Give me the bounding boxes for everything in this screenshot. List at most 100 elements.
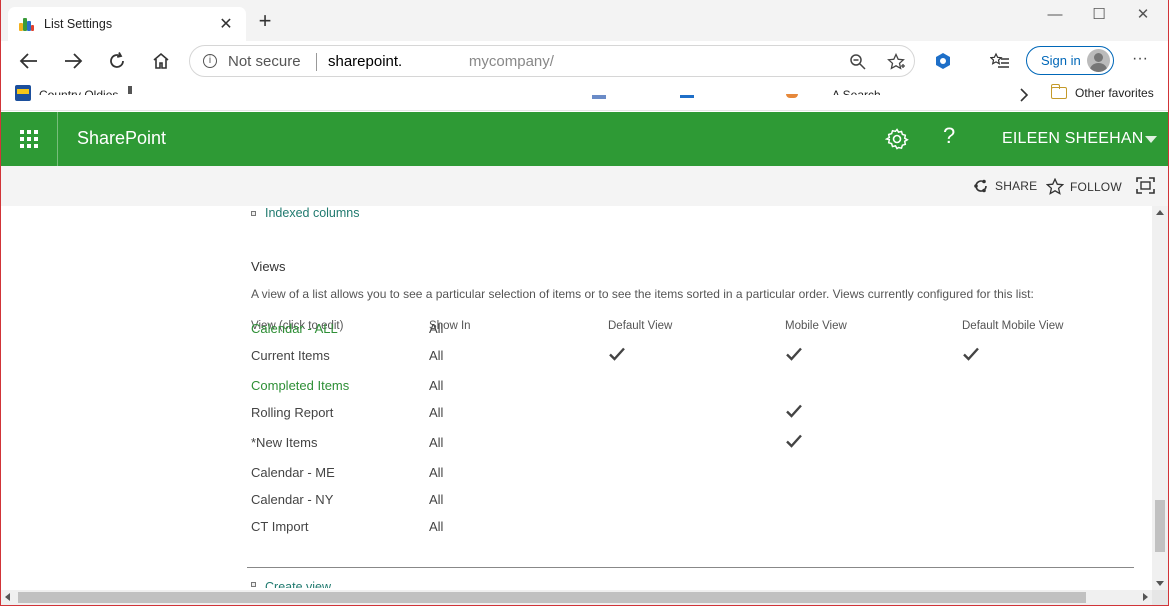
table-divider [247, 567, 1134, 568]
suite-bar: SharePoint ? EILEEN SHEEHAN [1, 112, 1168, 166]
view-show-in: All [429, 348, 444, 363]
table-row: Current Items All [251, 346, 1134, 368]
tab-title: List Settings [44, 17, 113, 31]
star-outline-icon [1046, 178, 1064, 195]
create-view-link[interactable]: Create view [251, 580, 331, 588]
table-row: Calendar - ALL All [251, 321, 1134, 341]
chevron-right-icon[interactable] [1014, 85, 1034, 105]
list-settings-content: Indexed columns Views A view of a list a… [1, 206, 1152, 590]
checkmark-icon [785, 433, 803, 449]
close-tab-icon[interactable]: ✕ [216, 14, 236, 34]
view-name-link[interactable]: Calendar - NY [251, 492, 333, 507]
share-label: SHARE [995, 179, 1038, 193]
favorite-search[interactable]: A Search [832, 85, 881, 105]
table-row: *New Items All [251, 433, 1134, 455]
favorite-country-oldies[interactable]: Country Oldies [15, 85, 118, 105]
vertical-scroll-thumb[interactable] [1155, 500, 1165, 552]
view-name-link[interactable]: Calendar - ME [251, 465, 335, 480]
info-icon[interactable]: i [203, 54, 217, 68]
favorites-bar: Country Oldies A Search Other favorites [0, 81, 1169, 111]
follow-button[interactable]: FOLLOW [1046, 178, 1122, 195]
folder-icon [1050, 84, 1067, 99]
zoom-icon[interactable] [848, 52, 868, 72]
follow-label: FOLLOW [1070, 179, 1122, 194]
waffle-icon [20, 130, 38, 148]
focus-mode-button[interactable] [1136, 177, 1155, 194]
view-show-in: All [429, 321, 444, 336]
home-button[interactable] [146, 47, 176, 75]
table-row: Rolling Report All [251, 403, 1134, 425]
bullet-icon [251, 210, 256, 216]
scroll-up-icon[interactable] [1156, 210, 1164, 215]
view-show-in: All [429, 492, 444, 507]
focus-mode-icon [1136, 177, 1155, 194]
scroll-right-icon[interactable] [1143, 593, 1148, 601]
horizontal-scrollbar[interactable] [1, 590, 1152, 605]
more-menu-icon[interactable]: ··· [1130, 49, 1150, 69]
tab-list-settings[interactable]: List Settings ✕ [8, 7, 246, 41]
radio-site-icon [15, 85, 31, 101]
refresh-button[interactable] [102, 47, 132, 75]
view-name-link[interactable]: CT Import [251, 519, 309, 534]
table-row: Completed Items All [251, 378, 1134, 398]
browser-tabstrip: List Settings ✕ + — ☐ ✕ [0, 0, 1169, 41]
help-button[interactable]: ? [943, 123, 955, 149]
user-name[interactable]: EILEEN SHEEHAN [1002, 130, 1144, 148]
view-name-link[interactable]: *New Items [251, 435, 317, 450]
checkmark-icon [785, 346, 803, 362]
close-window-button[interactable]: ✕ [1120, 4, 1166, 28]
sign-in-button[interactable]: Sign in [1026, 46, 1114, 75]
refresh-icon [110, 52, 124, 68]
profile-avatar-icon [1087, 49, 1110, 72]
create-view-label: Create view [265, 580, 331, 588]
suite-divider [57, 112, 58, 166]
table-row: Calendar - ME All [251, 465, 1134, 485]
checkmark-icon [785, 403, 803, 419]
vertical-scrollbar[interactable] [1152, 206, 1168, 590]
view-name-link[interactable]: Completed Items [251, 378, 349, 393]
scrollbar-corner [1152, 590, 1168, 605]
command-bar: SHARE FOLLOW [1, 166, 1168, 206]
settings-gear-icon[interactable] [885, 127, 909, 151]
table-row: Calendar - NY All [251, 492, 1134, 512]
favorite-star-icon[interactable] [886, 52, 906, 72]
sharepoint-brand[interactable]: SharePoint [77, 128, 166, 149]
favorite-fragment [786, 94, 798, 98]
minimize-button[interactable]: — [1032, 4, 1078, 28]
views-description: A view of a list allows you to see a par… [251, 287, 1034, 301]
forward-button[interactable] [58, 47, 88, 75]
share-icon [974, 179, 987, 193]
favorite-label: Country Oldies [39, 88, 119, 95]
checkmark-icon [962, 346, 980, 362]
address-bar[interactable]: i Not secure sharepoint. mycompany/ [189, 45, 915, 77]
view-show-in: All [429, 519, 444, 534]
new-tab-button[interactable]: + [253, 10, 277, 34]
view-name-link[interactable]: Current Items [251, 348, 330, 363]
favorites-list-icon[interactable] [990, 51, 1010, 71]
checkmark-icon [608, 346, 626, 362]
horizontal-scroll-thumb[interactable] [18, 592, 1086, 603]
table-row: CT Import All [251, 519, 1134, 539]
scroll-left-icon[interactable] [5, 593, 10, 601]
url-text[interactable]: sharepoint. mycompany/ [328, 53, 828, 70]
indexed-columns-link[interactable]: Indexed columns [251, 206, 360, 220]
url-path: mycompany/ [468, 53, 554, 70]
bullet-icon [251, 582, 256, 587]
favorite-fragment [592, 95, 606, 99]
extension-shield-icon[interactable] [933, 51, 953, 71]
views-section-title: Views [251, 259, 286, 274]
other-favorites-button[interactable]: Other favorites [1050, 84, 1154, 100]
share-button[interactable]: SHARE [973, 178, 1037, 194]
user-menu-caret-icon[interactable] [1145, 136, 1157, 143]
back-arrow-icon [19, 53, 37, 69]
view-name-link[interactable]: Rolling Report [251, 405, 333, 420]
back-button[interactable] [14, 47, 44, 75]
app-launcher-button[interactable] [1, 112, 57, 166]
url-host: sharepoint. [328, 53, 403, 70]
favorite-fragment [680, 95, 694, 98]
view-name-link[interactable]: Calendar - ALL [251, 321, 338, 336]
other-favorites-label: Other favorites [1075, 86, 1154, 100]
indexed-columns-label: Indexed columns [265, 206, 360, 220]
maximize-button[interactable]: ☐ [1076, 4, 1122, 28]
scroll-down-icon[interactable] [1156, 581, 1164, 586]
